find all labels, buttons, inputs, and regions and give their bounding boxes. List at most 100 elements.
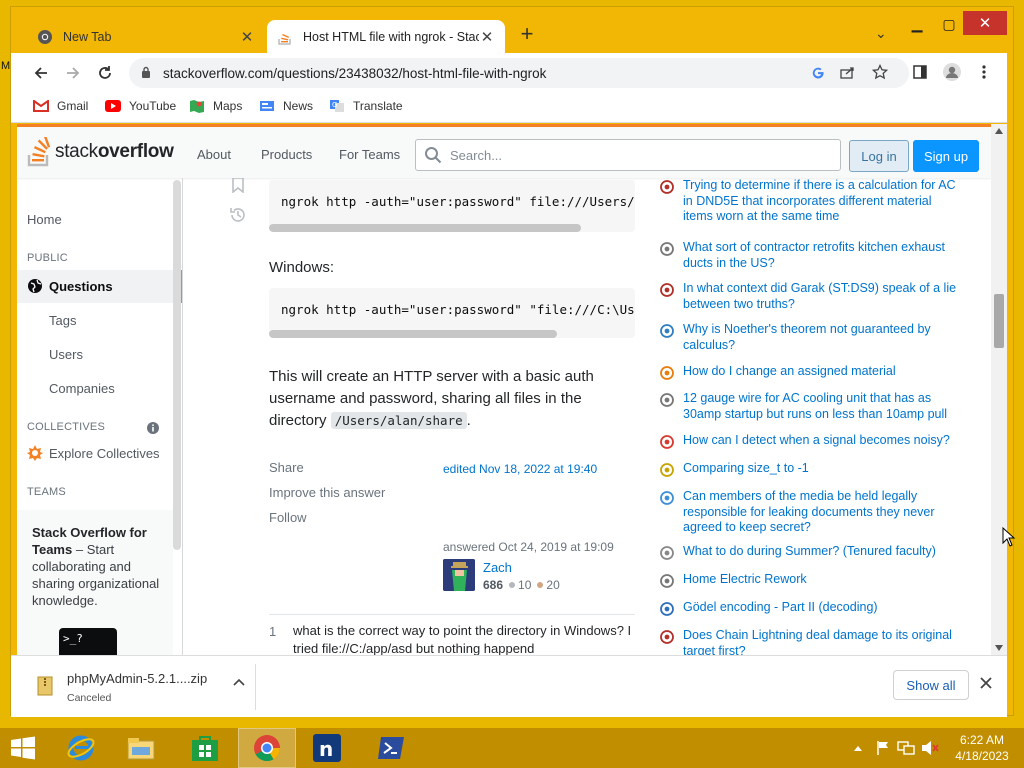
code-hscrollbar[interactable] bbox=[269, 330, 557, 338]
maximize-icon[interactable]: ▢ bbox=[935, 13, 963, 35]
sidebar-item-users[interactable]: Users bbox=[49, 347, 83, 362]
hot-question-item[interactable]: Trying to determine if there is a calcul… bbox=[659, 178, 959, 225]
hot-question-item[interactable]: Can members of the media be held legally… bbox=[659, 489, 959, 536]
comment-text: what is the correct way to point the dir… bbox=[293, 623, 632, 655]
bookmark-translate[interactable]: G Translate bbox=[329, 99, 403, 113]
action-center-flag-icon[interactable] bbox=[874, 740, 892, 756]
hot-question-item[interactable]: Does Chain Lightning deal damage to its … bbox=[659, 628, 959, 655]
internet-explorer-icon[interactable] bbox=[52, 728, 110, 768]
bookmark-icon[interactable] bbox=[229, 178, 247, 194]
share-link[interactable]: Share bbox=[269, 460, 304, 475]
download-status: Canceled bbox=[67, 692, 112, 704]
new-tab-button[interactable]: + bbox=[515, 21, 539, 47]
gmail-icon bbox=[33, 99, 49, 113]
download-item[interactable]: phpMyAdmin-5.2.1....zip Canceled bbox=[27, 664, 257, 708]
rpg-icon bbox=[659, 629, 675, 645]
svg-text:G: G bbox=[332, 101, 337, 109]
back-arrow-icon[interactable] bbox=[29, 61, 53, 85]
sidebar-item-tags[interactable]: Tags bbox=[49, 313, 76, 328]
chrome-icon[interactable] bbox=[238, 728, 296, 768]
windows-start-icon[interactable] bbox=[10, 736, 38, 760]
notepad-app-icon[interactable]: n bbox=[298, 728, 356, 768]
maps-icon bbox=[189, 99, 205, 113]
volume-muted-icon[interactable] bbox=[920, 740, 940, 756]
hot-question-item[interactable]: Comparing size_t to -1 bbox=[659, 461, 959, 478]
follow-link[interactable]: Follow bbox=[269, 510, 307, 525]
user-reputation: 686 10 20 bbox=[483, 578, 560, 592]
bookmark-gmail[interactable]: Gmail bbox=[33, 99, 88, 113]
nav-products[interactable]: Products bbox=[261, 147, 312, 162]
tab-stackoverflow[interactable]: Host HTML file with ngrok - Stack ✕ bbox=[267, 20, 505, 53]
history-icon[interactable] bbox=[229, 206, 247, 224]
reload-icon[interactable] bbox=[93, 61, 117, 85]
translate-icon: G bbox=[329, 99, 345, 113]
nav-about[interactable]: About bbox=[197, 147, 231, 162]
sidebar-item-home[interactable]: Home bbox=[27, 212, 62, 227]
bookmark-youtube[interactable]: YouTube bbox=[105, 99, 176, 113]
code-block[interactable]: ngrok http -auth="user:password" file://… bbox=[269, 180, 635, 232]
hot-question-item[interactable]: How do I change an assigned material bbox=[659, 364, 959, 381]
share-icon[interactable] bbox=[837, 61, 859, 83]
tab-new-tab[interactable]: New Tab ✕ bbox=[27, 20, 265, 53]
code-text: ngrok http -auth="user:password" "file:/… bbox=[281, 302, 635, 317]
profile-avatar-icon[interactable] bbox=[941, 61, 963, 83]
dsp-icon bbox=[659, 434, 675, 450]
address-bar[interactable]: stackoverflow.com/questions/23438032/hos… bbox=[129, 58, 909, 88]
taskbar-clock[interactable]: 6:22 AM 4/18/2023 bbox=[944, 732, 1020, 764]
nav-for-teams[interactable]: For Teams bbox=[339, 147, 400, 162]
bookmarks-bar: Gmail YouTube Maps News G Translate bbox=[11, 93, 1007, 123]
hot-question-item[interactable]: How can I detect when a signal becomes n… bbox=[659, 433, 959, 450]
sidebar-item-questions[interactable]: Questions bbox=[17, 270, 182, 303]
search-placeholder: Search... bbox=[450, 147, 503, 163]
sidebar-scrollbar[interactable] bbox=[173, 180, 181, 550]
hot-question-title: Gödel encoding - Part II (decoding) bbox=[683, 600, 878, 614]
hot-question-item[interactable]: Home Electric Rework bbox=[659, 572, 959, 589]
edited-timestamp-link[interactable]: edited Nov 18, 2022 at 19:40 bbox=[443, 462, 597, 476]
login-button[interactable]: Log in bbox=[849, 140, 909, 172]
minimize-icon[interactable]: ▁ bbox=[903, 13, 931, 35]
powershell-icon[interactable] bbox=[362, 728, 420, 768]
windows-store-icon[interactable] bbox=[176, 728, 234, 768]
so-logo[interactable]: stackoverflow bbox=[27, 137, 174, 167]
collectives-icon bbox=[27, 445, 43, 464]
news-icon bbox=[259, 99, 275, 113]
bookmark-news[interactable]: News bbox=[259, 99, 313, 113]
avatar[interactable] bbox=[443, 559, 475, 591]
search-input[interactable]: Search... bbox=[415, 139, 841, 171]
hot-question-item[interactable]: 12 gauge wire for AC cooling unit that h… bbox=[659, 391, 959, 422]
sidebar-item-companies[interactable]: Companies bbox=[49, 381, 115, 396]
browser-window: New Tab ✕ Host HTML file with ngrok - St… bbox=[10, 6, 1014, 717]
tray-overflow-icon[interactable] bbox=[850, 740, 866, 756]
info-icon[interactable] bbox=[147, 422, 159, 437]
bookmark-maps[interactable]: Maps bbox=[189, 99, 242, 113]
window-close-button[interactable]: ✕ bbox=[963, 11, 1007, 35]
close-icon[interactable]: ✕ bbox=[239, 28, 255, 46]
file-explorer-icon[interactable] bbox=[112, 728, 170, 768]
close-icon[interactable] bbox=[979, 676, 995, 692]
star-icon[interactable] bbox=[869, 61, 891, 83]
google-icon[interactable] bbox=[807, 61, 829, 83]
improve-answer-link[interactable]: Improve this answer bbox=[269, 485, 385, 500]
page-scrollbar[interactable] bbox=[991, 124, 1007, 655]
sidebar-item-explore-collectives[interactable]: Explore Collectives bbox=[49, 446, 160, 461]
signup-button[interactable]: Sign up bbox=[913, 140, 979, 172]
network-icon[interactable] bbox=[896, 740, 916, 756]
show-all-button[interactable]: Show all bbox=[893, 670, 969, 700]
hot-question-item[interactable]: Gödel encoding - Part II (decoding) bbox=[659, 600, 959, 617]
code-block[interactable]: ngrok http -auth="user:password" "file:/… bbox=[269, 288, 635, 338]
hot-question-item[interactable]: Why is Noether's theorem not guaranteed … bbox=[659, 322, 959, 353]
code-hscrollbar[interactable] bbox=[269, 224, 581, 232]
chevron-up-icon[interactable] bbox=[232, 676, 248, 692]
clock-time: 6:22 AM bbox=[959, 733, 1005, 747]
user-name-link[interactable]: Zach bbox=[483, 560, 512, 575]
hot-question-title: Can members of the media be held legally… bbox=[683, 489, 935, 534]
hot-question-item[interactable]: What to do during Summer? (Tenured facul… bbox=[659, 544, 959, 561]
hot-question-item[interactable]: In what context did Garak (ST:DS9) speak… bbox=[659, 281, 959, 312]
chevron-down-icon[interactable]: ⌄ bbox=[875, 25, 887, 42]
hot-question-item[interactable]: What sort of contractor retrofits kitche… bbox=[659, 240, 959, 271]
kebab-menu-icon[interactable] bbox=[973, 61, 995, 83]
forward-arrow-icon[interactable] bbox=[61, 61, 85, 85]
sidebar-section-collectives: COLLECTIVES bbox=[27, 421, 106, 433]
close-icon[interactable]: ✕ bbox=[479, 28, 495, 46]
side-panel-icon[interactable] bbox=[909, 61, 931, 83]
